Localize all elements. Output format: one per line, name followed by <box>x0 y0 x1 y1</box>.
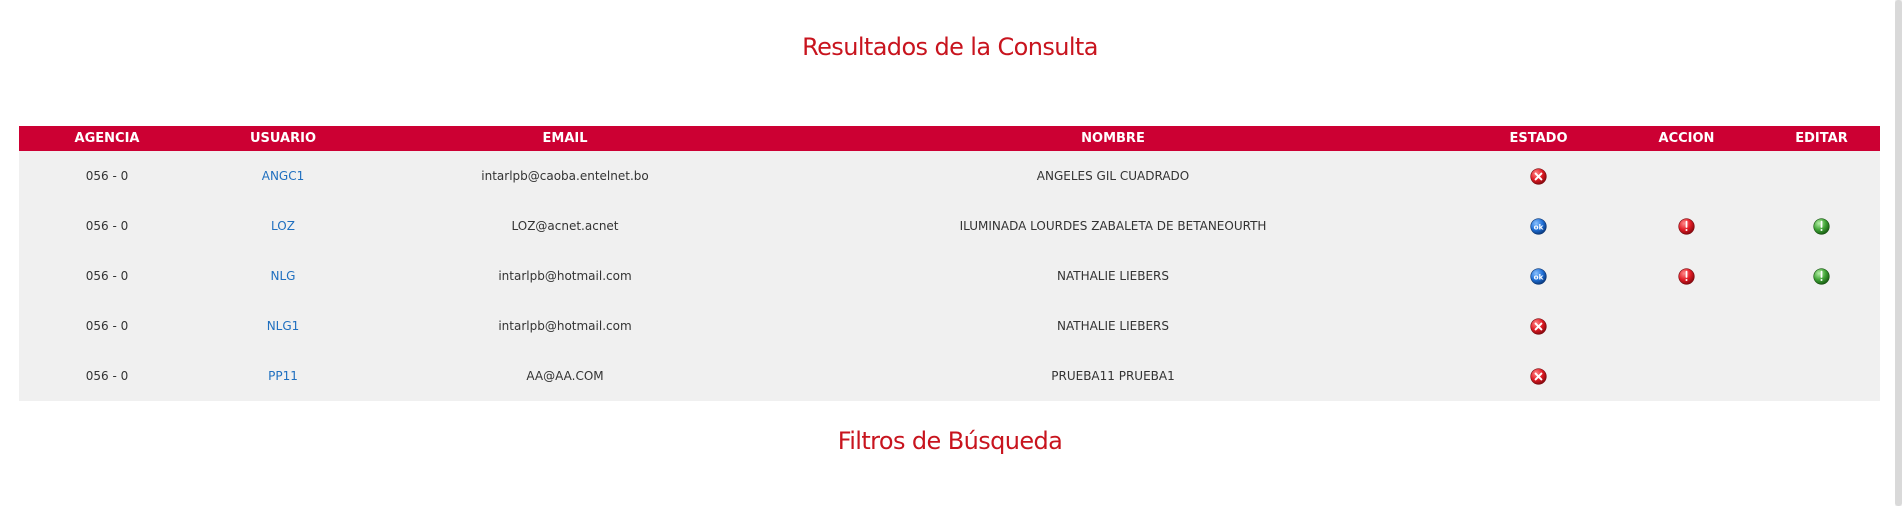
header-usuario: USUARIO <box>195 126 371 151</box>
cell-estado: ok <box>1467 251 1610 301</box>
cell-estado <box>1467 351 1610 401</box>
user-link[interactable]: LOZ <box>271 219 295 233</box>
user-link[interactable]: NLG1 <box>267 319 300 333</box>
svg-text:ok: ok <box>1534 222 1544 231</box>
results-table: AGENCIA USUARIO EMAIL NOMBRE ESTADO ACCI… <box>19 126 1880 401</box>
cell-usuario: ANGC1 <box>195 151 371 201</box>
table-body: 056 - 0 ANGC1 intarlpb@caoba.entelnet.bo… <box>19 151 1880 401</box>
header-agencia: AGENCIA <box>19 126 195 151</box>
cell-accion <box>1610 201 1763 251</box>
header-nombre: NOMBRE <box>759 126 1467 151</box>
cell-nombre: ILUMINADA LOURDES ZABALETA DE BETANEOURT… <box>759 201 1467 251</box>
header-email: EMAIL <box>371 126 759 151</box>
user-link[interactable]: ANGC1 <box>262 169 305 183</box>
cell-agencia: 056 - 0 <box>19 201 195 251</box>
cell-nombre: PRUEBA11 PRUEBA1 <box>759 351 1467 401</box>
cell-email: intarlpb@hotmail.com <box>371 251 759 301</box>
header-editar: EDITAR <box>1763 126 1880 151</box>
cell-editar <box>1763 301 1880 351</box>
svg-text:ok: ok <box>1534 272 1544 281</box>
cell-accion <box>1610 251 1763 301</box>
cell-accion <box>1610 151 1763 201</box>
cell-agencia: 056 - 0 <box>19 351 195 401</box>
cell-editar <box>1763 351 1880 401</box>
vertical-scrollbar[interactable] <box>1895 0 1902 506</box>
scrollbar-thumb[interactable] <box>1895 0 1902 506</box>
cell-estado: ok <box>1467 201 1610 251</box>
cell-usuario: NLG <box>195 251 371 301</box>
cell-email: AA@AA.COM <box>371 351 759 401</box>
cell-usuario: PP11 <box>195 351 371 401</box>
page-title: Resultados de la Consulta <box>802 33 1098 61</box>
power-on-icon[interactable] <box>1813 217 1830 235</box>
cell-editar <box>1763 151 1880 201</box>
cell-agencia: 056 - 0 <box>19 151 195 201</box>
cell-agencia: 056 - 0 <box>19 251 195 301</box>
cell-usuario: NLG1 <box>195 301 371 351</box>
cell-accion <box>1610 301 1763 351</box>
table-row: 056 - 0 NLG intarlpb@hotmail.com NATHALI… <box>19 251 1880 301</box>
power-off-icon[interactable] <box>1678 217 1695 235</box>
inactive-x-icon[interactable] <box>1530 167 1547 185</box>
user-link[interactable]: PP11 <box>268 369 298 383</box>
table-row: 056 - 0 NLG1 intarlpb@hotmail.com NATHAL… <box>19 301 1880 351</box>
cell-accion <box>1610 351 1763 401</box>
header-accion: ACCION <box>1610 126 1763 151</box>
cell-editar <box>1763 201 1880 251</box>
cell-email: intarlpb@hotmail.com <box>371 301 759 351</box>
cell-nombre: NATHALIE LIEBERS <box>759 251 1467 301</box>
filters-title: Filtros de Búsqueda <box>837 427 1063 455</box>
cell-nombre: ANGELES GIL CUADRADO <box>759 151 1467 201</box>
cell-editar <box>1763 251 1880 301</box>
table-row: 056 - 0 ANGC1 intarlpb@caoba.entelnet.bo… <box>19 151 1880 201</box>
power-off-icon[interactable] <box>1678 267 1695 285</box>
cell-usuario: LOZ <box>195 201 371 251</box>
header-estado: ESTADO <box>1467 126 1610 151</box>
user-link[interactable]: NLG <box>271 269 296 283</box>
cell-email: intarlpb@caoba.entelnet.bo <box>371 151 759 201</box>
cell-email: LOZ@acnet.acnet <box>371 201 759 251</box>
ok-icon[interactable]: ok <box>1530 267 1547 285</box>
cell-nombre: NATHALIE LIEBERS <box>759 301 1467 351</box>
cell-agencia: 056 - 0 <box>19 301 195 351</box>
inactive-x-icon[interactable] <box>1530 367 1547 385</box>
cell-estado <box>1467 151 1610 201</box>
inactive-x-icon[interactable] <box>1530 317 1547 335</box>
cell-estado <box>1467 301 1610 351</box>
ok-icon[interactable]: ok <box>1530 217 1547 235</box>
table-row: 056 - 0 PP11 AA@AA.COM PRUEBA11 PRUEBA1 <box>19 351 1880 401</box>
table-header: AGENCIA USUARIO EMAIL NOMBRE ESTADO ACCI… <box>19 126 1880 151</box>
power-on-icon[interactable] <box>1813 267 1830 285</box>
table-row: 056 - 0 LOZ LOZ@acnet.acnet ILUMINADA LO… <box>19 201 1880 251</box>
